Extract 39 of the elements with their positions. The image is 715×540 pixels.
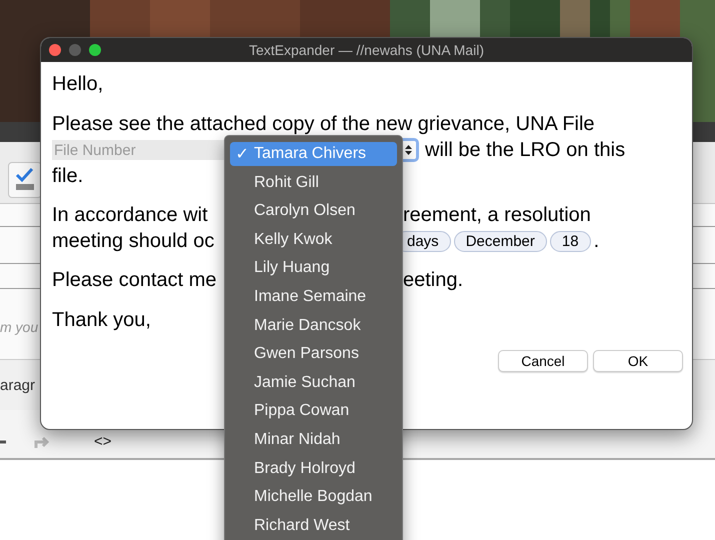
menu-item[interactable]: ✓ Tamara Chivers [230,142,397,166]
body-text: In accordance wit [52,204,209,226]
closing-text: Thank you, [52,308,151,333]
body-text: Please see the attached copy of the new grievance, UNA File [52,112,595,136]
body-text: file. [52,164,84,188]
spellcheck-icon [14,167,36,193]
file-number-field[interactable]: File Number [52,140,224,160]
menu-item[interactable]: Carolyn Olsen [230,199,397,224]
menu-item[interactable]: Lily Huang [230,256,397,280]
greeting-text: Hello, [52,72,104,97]
body-text: eeting. [403,268,464,292]
compose-hint: m you [0,319,38,337]
ok-button[interactable]: OK [593,350,683,372]
zoom-button[interactable] [89,44,101,56]
body-text: . [594,230,600,252]
close-button[interactable] [49,44,61,56]
body-text: Please contact me [52,268,218,292]
body-text: reement, a resolution [403,204,591,226]
window-title: TextExpander — //newahs (UNA Mail) [249,42,484,58]
menu-item[interactable]: Pippa Cowan [230,399,397,424]
spelling-button[interactable] [8,162,42,198]
menu-item[interactable]: Brady Holroyd [230,456,397,481]
cancel-button[interactable]: Cancel [498,350,588,372]
menu-item[interactable]: Michelle Bogdan [230,485,397,510]
body-text: will be the LRO on this [425,138,626,162]
body-text: meeting should oc [52,230,216,252]
menu-item[interactable]: Gwen Parsons [230,342,397,366]
menu-item[interactable]: Rohit Gill [230,170,397,195]
format-label: aragr [0,376,36,394]
code-button[interactable]: <> [94,433,112,450]
menu-item[interactable]: Richard West [230,514,397,538]
date-token[interactable]: December [454,230,547,252]
menu-item[interactable]: Jamie Suchan [230,370,397,395]
menu-item[interactable]: Imane Semaine [230,284,397,309]
menu-item[interactable]: Marie Dancsok [230,314,397,338]
check-mark: ✓ [236,145,248,164]
menu-item[interactable]: Minar Nidah [230,428,397,452]
date-token[interactable]: 18 [550,230,591,252]
menu-item[interactable]: Kelly Kwok [230,228,397,252]
